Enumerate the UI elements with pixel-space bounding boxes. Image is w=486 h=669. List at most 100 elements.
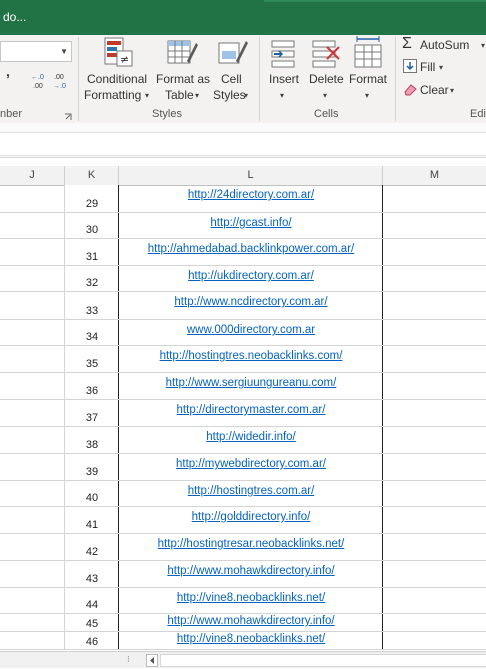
cell-m[interactable]	[383, 346, 486, 372]
number-format-dropdown[interactable]: ▼	[0, 41, 72, 62]
cell-l[interactable]: http://www.ncdirectory.com.ar/	[119, 292, 383, 319]
cell-j[interactable]	[0, 534, 65, 560]
cell-l[interactable]: http://widedir.info/	[119, 427, 383, 453]
cell-l[interactable]: http://hostingtres.neobacklinks.com/	[119, 346, 383, 372]
cell-j[interactable]	[0, 561, 65, 587]
cell-j[interactable]	[0, 454, 65, 480]
cell-k[interactable]: 44	[65, 588, 119, 613]
cell-m[interactable]	[383, 561, 486, 587]
formula-input[interactable]	[0, 132, 486, 156]
horizontal-scrollbar[interactable]	[160, 654, 486, 667]
cell-j[interactable]	[0, 292, 65, 319]
cell-k[interactable]: 43	[65, 561, 119, 587]
cell-m[interactable]	[383, 507, 486, 533]
autosum-button[interactable]: Σ AutoSum ▾	[401, 35, 486, 54]
comma-style-button[interactable]: ʼ	[6, 71, 10, 87]
url-hyperlink[interactable]: http://hostingtres.neobacklinks.com/	[119, 350, 383, 362]
cell-j[interactable]	[0, 373, 65, 399]
url-hyperlink[interactable]: http://www.ncdirectory.com.ar/	[119, 296, 383, 308]
scroll-left-button[interactable]	[146, 654, 158, 667]
url-hyperlink[interactable]: http://ukdirectory.com.ar/	[119, 270, 383, 282]
cell-l[interactable]: http://hostingtresar.neobacklinks.net/	[119, 534, 383, 560]
cell-j[interactable]	[0, 213, 65, 238]
url-hyperlink[interactable]: http://24directory.com.ar/	[119, 189, 383, 201]
cell-k[interactable]: 41	[65, 507, 119, 533]
url-hyperlink[interactable]: http://hostingtresar.neobacklinks.net/	[119, 538, 383, 550]
cell-k[interactable]: 37	[65, 400, 119, 426]
cell-m[interactable]	[383, 373, 486, 399]
url-hyperlink[interactable]: http://hostingtres.com.ar/	[119, 485, 383, 497]
cell-k[interactable]: 29	[65, 185, 119, 212]
cell-j[interactable]	[0, 400, 65, 426]
cell-m[interactable]	[383, 213, 486, 238]
title-bar-search-area[interactable]	[264, 0, 486, 2]
tab-split-handle[interactable]: ⁝	[127, 654, 130, 665]
cell-m[interactable]	[383, 481, 486, 506]
cell-m[interactable]	[383, 454, 486, 480]
cell-l[interactable]: http://www.mohawkdirectory.info/	[119, 614, 383, 631]
cell-m[interactable]	[383, 614, 486, 631]
url-hyperlink[interactable]: http://www.mohawkdirectory.info/	[119, 565, 383, 577]
cell-k[interactable]: 33	[65, 292, 119, 319]
cell-j[interactable]	[0, 239, 65, 265]
cell-l[interactable]: www.000directory.com.ar	[119, 320, 383, 345]
cell-styles-button[interactable]: Cell Styles ▾	[212, 35, 254, 105]
cell-j[interactable]	[0, 346, 65, 372]
increase-decimal-button[interactable]: ←.0 .00	[30, 72, 50, 90]
cell-m[interactable]	[383, 632, 486, 649]
cell-l[interactable]: http://directorymaster.com.ar/	[119, 400, 383, 426]
cell-k[interactable]: 40	[65, 481, 119, 506]
cell-l[interactable]: http://hostingtres.com.ar/	[119, 481, 383, 506]
cell-k[interactable]: 32	[65, 266, 119, 291]
cell-m[interactable]	[383, 320, 486, 345]
cell-k[interactable]: 30	[65, 213, 119, 238]
url-hyperlink[interactable]: http://gcast.info/	[119, 217, 383, 229]
delete-cells-button[interactable]: Delete ▾	[306, 35, 346, 105]
cell-l[interactable]: http://gcast.info/	[119, 213, 383, 238]
cell-j[interactable]	[0, 632, 65, 649]
url-hyperlink[interactable]: http://www.sergiuungureanu.com/	[119, 377, 383, 389]
cell-l[interactable]: http://mywebdirectory.com.ar/	[119, 454, 383, 480]
clear-button[interactable]: Clear ▾	[401, 81, 461, 99]
cell-k[interactable]: 46	[65, 632, 119, 649]
cell-j[interactable]	[0, 481, 65, 506]
cell-j[interactable]	[0, 185, 65, 212]
decrease-decimal-button[interactable]: .00 →.0	[52, 72, 72, 90]
insert-cells-button[interactable]: Insert ▾	[264, 35, 304, 105]
cell-k[interactable]: 39	[65, 454, 119, 480]
cell-m[interactable]	[383, 185, 486, 212]
cell-l[interactable]: http://www.mohawkdirectory.info/	[119, 561, 383, 587]
number-dialog-launcher[interactable]	[64, 110, 72, 120]
conditional-formatting-button[interactable]: ≠ Conditional Formatting ▾	[84, 35, 154, 105]
cell-l[interactable]: http://vine8.neobacklinks.net/	[119, 632, 383, 649]
cell-k[interactable]: 42	[65, 534, 119, 560]
cell-j[interactable]	[0, 266, 65, 291]
column-header-l[interactable]: L	[119, 166, 383, 185]
column-header-k[interactable]: K	[65, 166, 119, 185]
cell-m[interactable]	[383, 400, 486, 426]
cell-l[interactable]: http://vine8.neobacklinks.net/	[119, 588, 383, 613]
column-header-j[interactable]: J	[0, 166, 65, 185]
cell-m[interactable]	[383, 588, 486, 613]
cell-j[interactable]	[0, 427, 65, 453]
cell-l[interactable]: http://ahmedabad.backlinkpower.com.ar/	[119, 239, 383, 265]
cell-j[interactable]	[0, 614, 65, 631]
cell-k[interactable]: 45	[65, 614, 119, 631]
cell-m[interactable]	[383, 427, 486, 453]
url-hyperlink[interactable]: http://www.mohawkdirectory.info/	[119, 615, 383, 627]
url-hyperlink[interactable]: www.000directory.com.ar	[119, 324, 383, 336]
cell-l[interactable]: http://24directory.com.ar/	[119, 185, 383, 212]
cell-m[interactable]	[383, 239, 486, 265]
url-hyperlink[interactable]: http://vine8.neobacklinks.net/	[119, 633, 383, 645]
fill-button[interactable]: Fill ▾	[401, 58, 461, 76]
cell-k[interactable]: 36	[65, 373, 119, 399]
cell-j[interactable]	[0, 320, 65, 345]
url-hyperlink[interactable]: http://vine8.neobacklinks.net/	[119, 592, 383, 604]
cell-j[interactable]	[0, 507, 65, 533]
cell-k[interactable]: 35	[65, 346, 119, 372]
cell-l[interactable]: http://ukdirectory.com.ar/	[119, 266, 383, 291]
cell-m[interactable]	[383, 292, 486, 319]
cell-m[interactable]	[383, 266, 486, 291]
cell-k[interactable]: 38	[65, 427, 119, 453]
cell-j[interactable]	[0, 588, 65, 613]
